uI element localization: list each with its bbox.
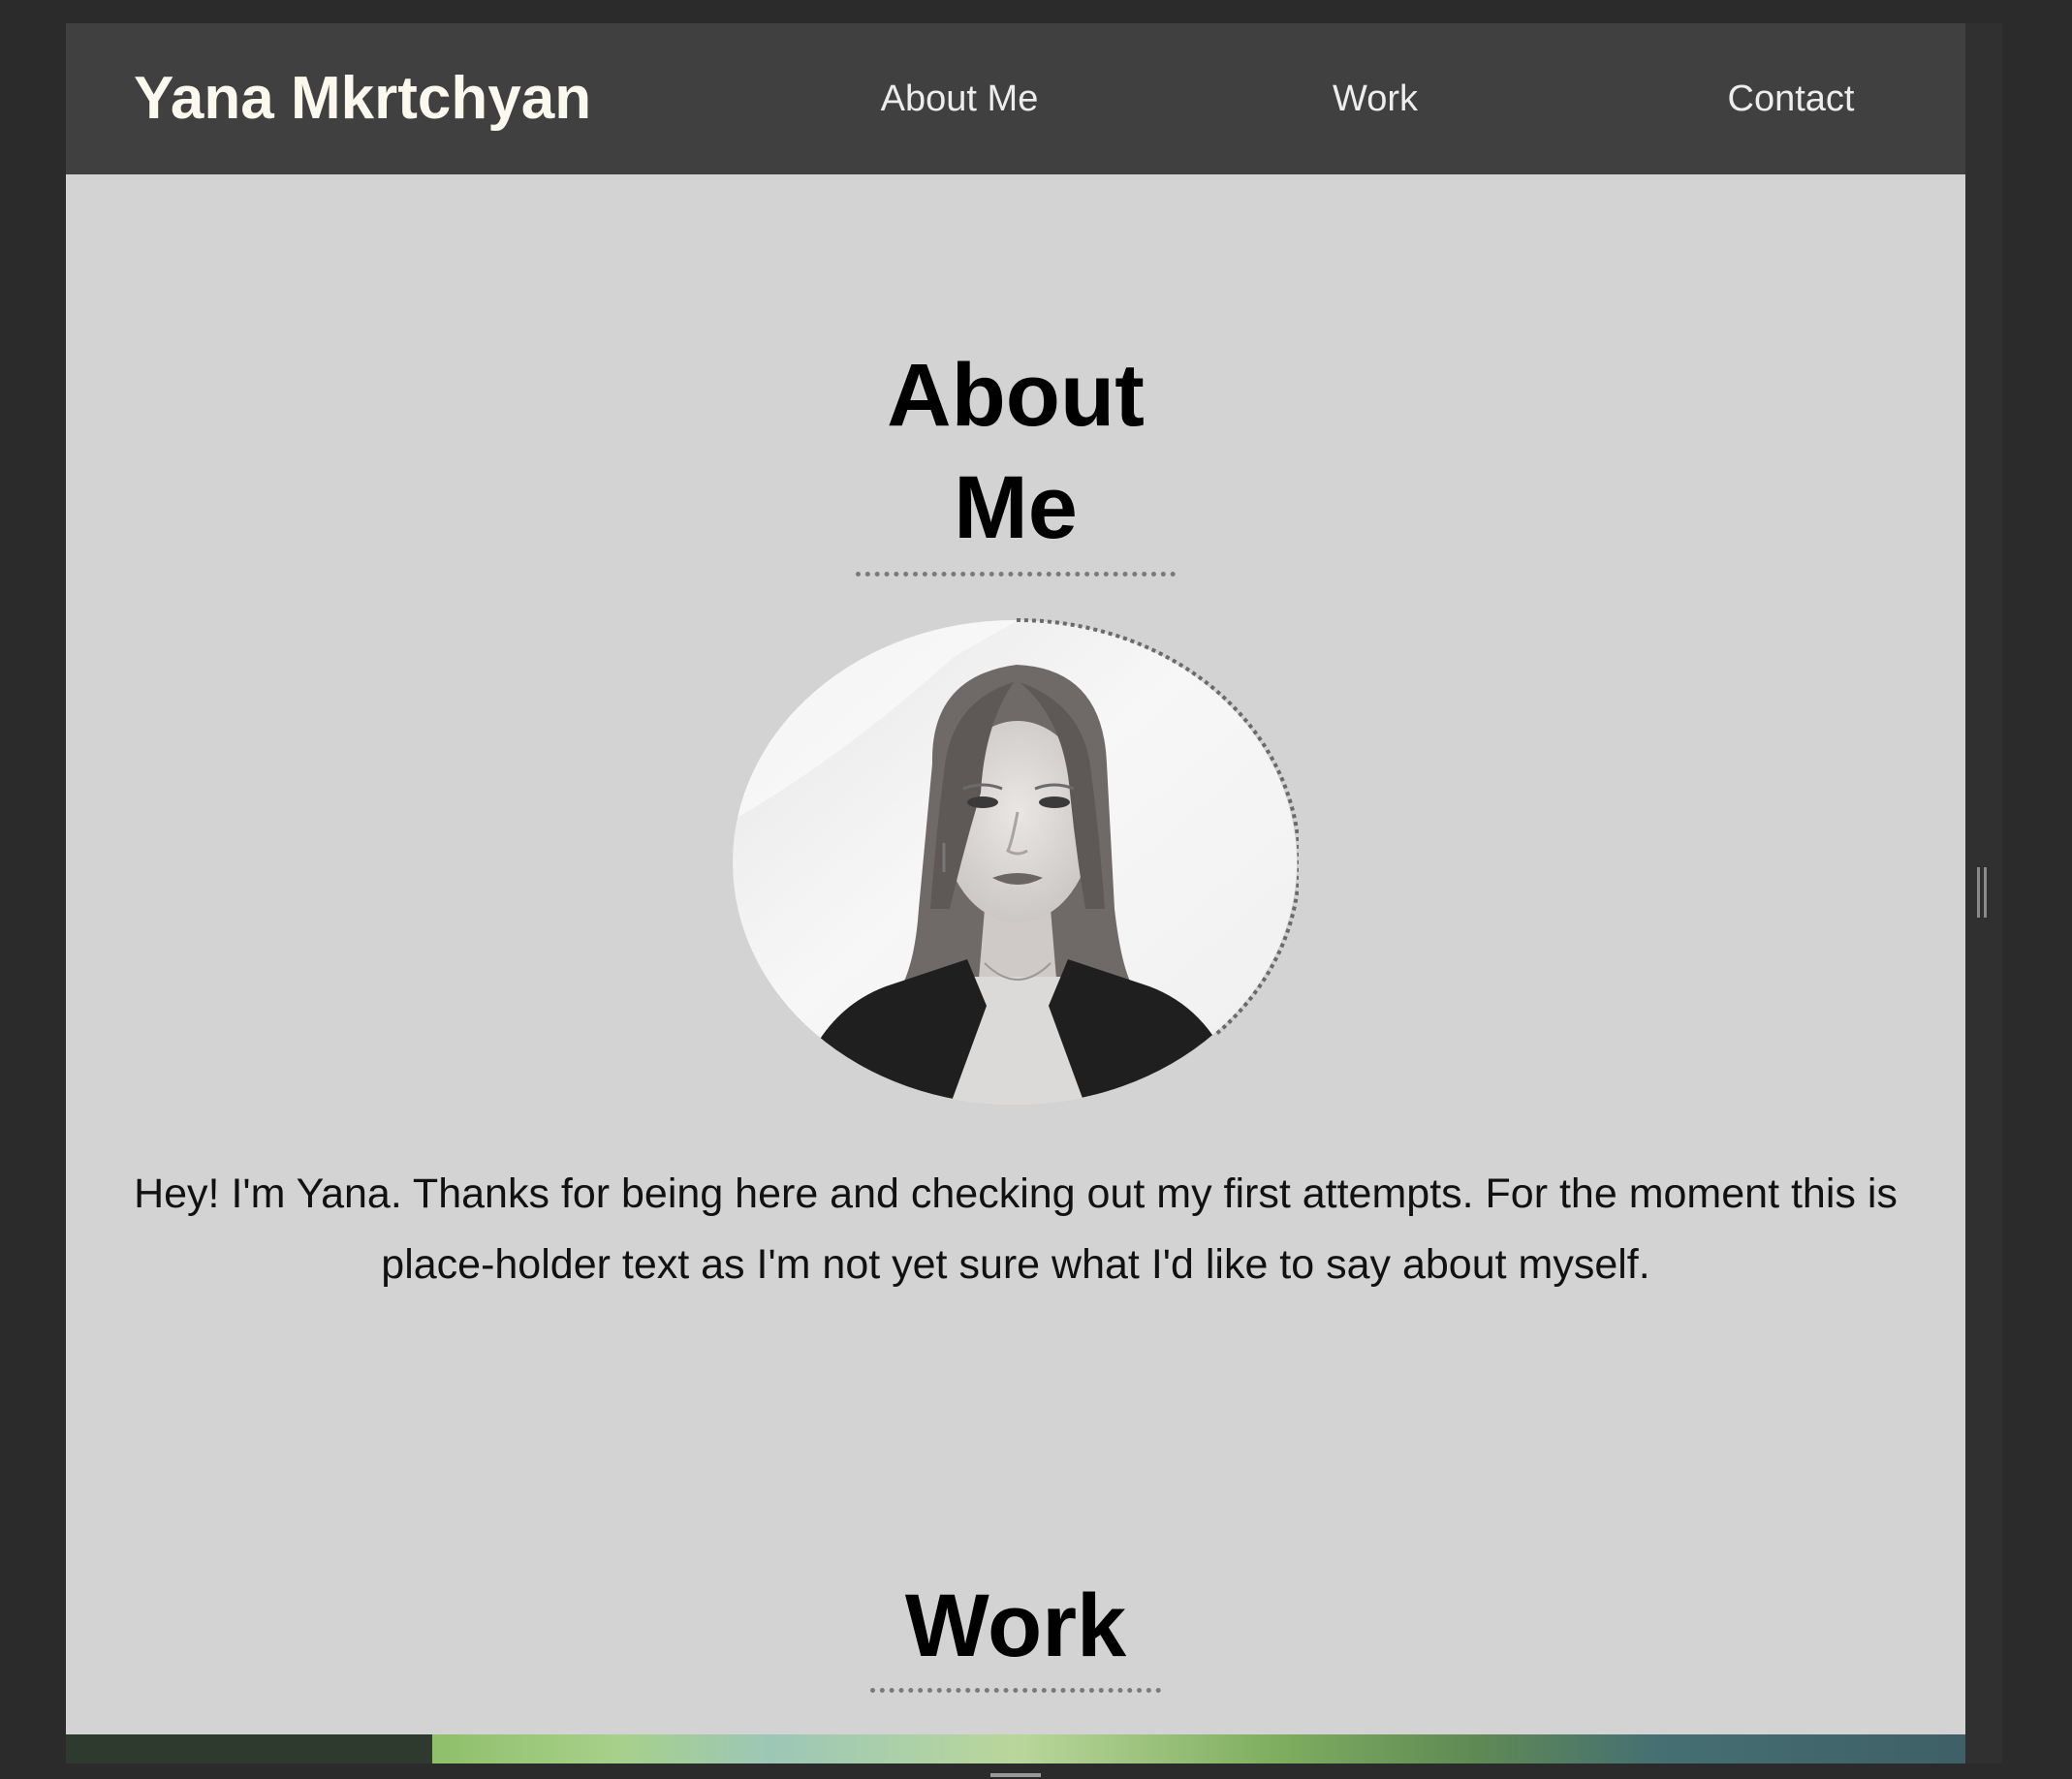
about-heading-line1: About (887, 346, 1145, 445)
portrait-image (733, 620, 1297, 1105)
about-bio-text: Hey! I'm Yana. Thanks for being here and… (134, 1170, 1898, 1288)
work-heading: Work (870, 1564, 1161, 1693)
site-header: Yana Mkrtchyan About Me Work Contact (66, 23, 1965, 174)
work-gallery-preview[interactable] (66, 1734, 1965, 1763)
nav-link-work[interactable]: Work (1333, 23, 1418, 174)
nav-link-contact[interactable]: Contact (1728, 23, 1855, 174)
site-brand[interactable]: Yana Mkrtchyan (134, 23, 591, 174)
website-viewport: Yana Mkrtchyan About Me Work Contact Abo… (66, 23, 1965, 1763)
work-thumbnail-photo[interactable] (432, 1734, 1965, 1763)
resize-handle-icon[interactable] (1977, 867, 1989, 918)
about-heading-line2: Me (954, 458, 1078, 557)
bottom-drag-tab[interactable] (990, 1773, 1041, 1777)
work-thumbnail-dark[interactable] (66, 1734, 432, 1763)
about-heading: About Me (856, 339, 1176, 577)
nav-link-about-me[interactable]: About Me (881, 23, 1039, 174)
portrait-photo (733, 618, 1299, 1105)
